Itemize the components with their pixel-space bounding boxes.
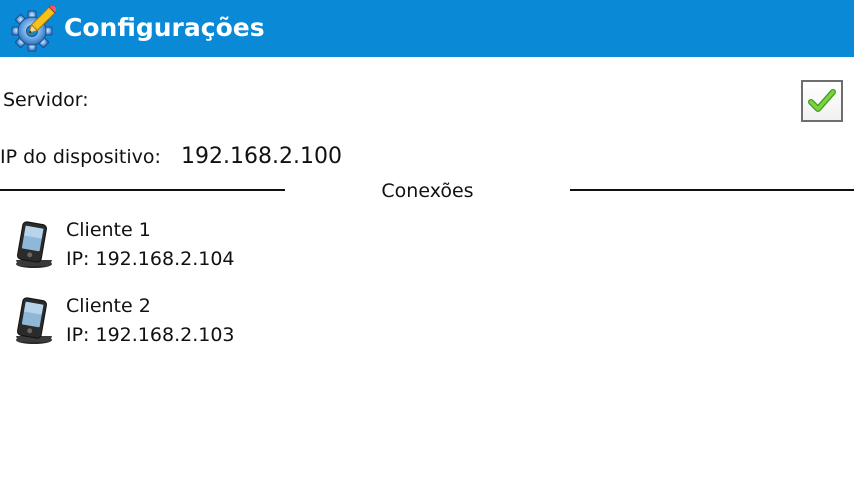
client-name: Cliente 1 xyxy=(66,219,151,241)
connections-title: Conexões xyxy=(381,180,474,202)
checkmark-icon xyxy=(808,89,836,112)
title-bar: Configurações xyxy=(0,0,854,57)
device-ip-value: 192.168.2.100 xyxy=(181,144,342,169)
divider-left xyxy=(0,189,285,191)
divider-right xyxy=(570,189,854,191)
client-list-item[interactable]: Cliente 1 IP: 192.168.2.104 xyxy=(0,216,854,280)
client-ip: IP: 192.168.2.104 xyxy=(66,248,235,270)
client-name: Cliente 2 xyxy=(66,295,151,317)
server-label: Servidor: xyxy=(3,89,89,111)
settings-screen: Configurações Servidor: IP do dispositiv… xyxy=(0,0,854,480)
settings-gear-pencil-icon xyxy=(10,2,60,52)
client-ip: IP: 192.168.2.103 xyxy=(66,324,235,346)
client-list-item[interactable]: Cliente 2 IP: 192.168.2.103 xyxy=(0,292,854,356)
server-checkbox[interactable] xyxy=(801,80,843,122)
pda-device-icon xyxy=(12,296,54,346)
pda-device-icon xyxy=(12,220,54,270)
device-ip-label: IP do dispositivo: xyxy=(0,146,161,168)
page-title: Configurações xyxy=(64,13,265,42)
